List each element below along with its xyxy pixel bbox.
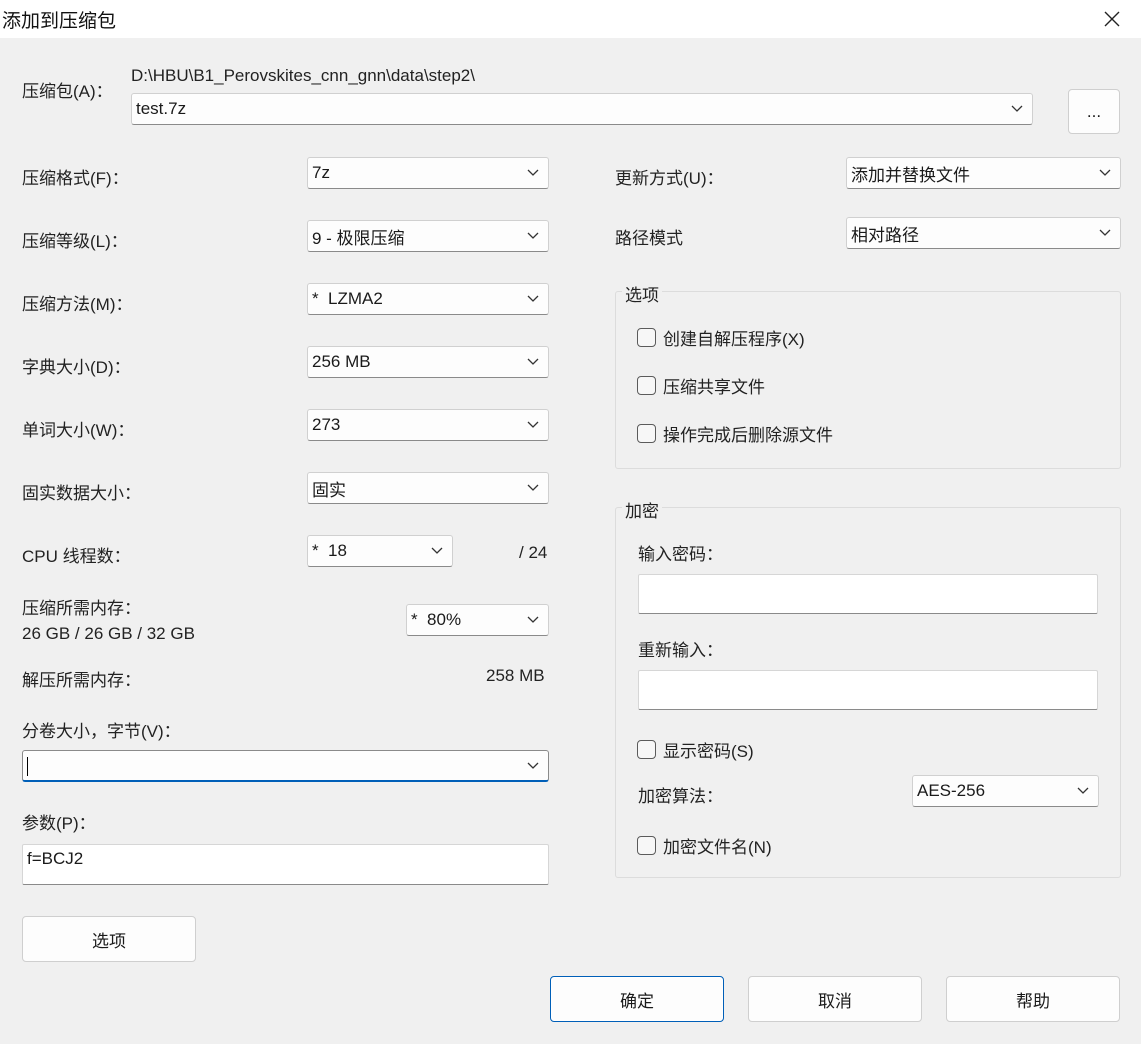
chevron-down-icon — [518, 158, 548, 188]
title-bar: 添加到压缩包 — [0, 0, 1141, 38]
archive-path: D:\HBU\B1_Perovskites_cnn_gnn\data\step2… — [131, 66, 475, 85]
solid-value: 固实 — [312, 480, 346, 500]
encrypt-names-checkbox[interactable]: 加密文件名(N) — [637, 833, 772, 858]
mem-compress-label: 压缩所需内存： — [22, 599, 141, 618]
level-value: 9 - 极限压缩 — [312, 228, 405, 248]
pathmode-combo[interactable]: 相对路径 — [846, 217, 1121, 249]
shared-checkbox[interactable]: 压缩共享文件 — [637, 373, 765, 398]
mem-decompress-label: 解压所需内存： — [22, 671, 141, 690]
chevron-down-icon — [518, 605, 548, 635]
show-password-label: 显示密码(S) — [663, 742, 754, 761]
enc-method-value: AES-256 — [917, 781, 986, 800]
encrypt-names-label: 加密文件名(N) — [663, 838, 772, 857]
threads-combo[interactable]: * 18 — [307, 535, 453, 567]
chevron-down-icon — [518, 751, 548, 780]
word-label: 单词大小(W)： — [22, 421, 135, 440]
sfx-label: 创建自解压程序(X) — [663, 330, 805, 349]
threads-total: / 24 — [519, 543, 548, 562]
level-label: 压缩等级(L)： — [22, 232, 128, 251]
format-label: 压缩格式(F)： — [22, 169, 129, 188]
word-combo[interactable]: 273 — [307, 409, 549, 441]
close-button[interactable] — [1083, 0, 1141, 38]
word-value: 273 — [312, 415, 341, 434]
close-icon — [1104, 11, 1120, 27]
checkbox-box — [637, 376, 656, 395]
chevron-down-icon — [422, 536, 452, 566]
cancel-button[interactable]: 取消 — [748, 976, 922, 1022]
update-label: 更新方式(U)： — [615, 169, 724, 188]
threads-value: * 18 — [312, 541, 347, 560]
enc-method-label: 加密算法： — [638, 787, 723, 806]
show-password-checkbox[interactable]: 显示密码(S) — [637, 737, 754, 762]
chevron-down-icon — [1068, 776, 1098, 806]
solid-label: 固实数据大小： — [22, 484, 141, 503]
options-button[interactable]: 选项 — [22, 916, 196, 962]
chevron-down-icon — [518, 284, 548, 314]
threads-label: CPU 线程数： — [22, 547, 131, 566]
mem-compress-detail: 26 GB / 26 GB / 32 GB — [22, 624, 195, 643]
archive-name-combo[interactable]: test.7z — [131, 93, 1033, 125]
password-input[interactable] — [638, 574, 1098, 614]
mem-decompress-value: 258 MB — [486, 666, 545, 685]
browse-button[interactable]: ... — [1068, 89, 1120, 134]
delete-checkbox[interactable]: 操作完成后删除源文件 — [637, 421, 833, 446]
volume-combo[interactable] — [22, 750, 549, 782]
volume-label: 分卷大小，字节(V)： — [22, 722, 181, 741]
checkbox-box — [637, 424, 656, 443]
checkbox-box — [637, 328, 656, 347]
mem-usage-combo[interactable]: * 80% — [406, 604, 549, 636]
dict-label: 字典大小(D)： — [22, 358, 131, 377]
level-combo[interactable]: 9 - 极限压缩 — [307, 220, 549, 252]
dict-value: 256 MB — [312, 352, 371, 371]
dict-combo[interactable]: 256 MB — [307, 346, 549, 378]
update-combo[interactable]: 添加并替换文件 — [846, 157, 1121, 189]
chevron-down-icon — [518, 410, 548, 440]
reenter-password-input[interactable] — [638, 670, 1098, 710]
encryption-group-title: 加密 — [622, 497, 662, 522]
method-label: 压缩方法(M)： — [22, 295, 133, 314]
ok-button[interactable]: 确定 — [550, 976, 724, 1022]
method-value: * LZMA2 — [312, 289, 383, 308]
checkbox-box — [637, 836, 656, 855]
sfx-checkbox[interactable]: 创建自解压程序(X) — [637, 325, 805, 350]
params-input[interactable]: f=BCJ2 — [22, 844, 549, 885]
archive-label: 压缩包(A)： — [22, 82, 113, 101]
chevron-down-icon — [1090, 218, 1120, 248]
delete-label: 操作完成后删除源文件 — [663, 426, 833, 445]
text-cursor — [27, 757, 28, 776]
archive-name-value: test.7z — [136, 99, 187, 118]
solid-combo[interactable]: 固实 — [307, 472, 549, 504]
options-group-title: 选项 — [622, 281, 662, 306]
format-value: 7z — [312, 163, 330, 182]
shared-label: 压缩共享文件 — [663, 378, 765, 397]
checkbox-box — [637, 740, 656, 759]
chevron-down-icon — [518, 221, 548, 251]
window-title: 添加到压缩包 — [2, 11, 117, 32]
update-value: 添加并替换文件 — [851, 165, 970, 185]
pathmode-label: 路径模式 — [615, 229, 683, 248]
format-combo[interactable]: 7z — [307, 157, 549, 189]
enc-method-combo[interactable]: AES-256 — [912, 775, 1099, 807]
chevron-down-icon — [1090, 158, 1120, 188]
chevron-down-icon — [1002, 94, 1032, 124]
pathmode-value: 相对路径 — [851, 225, 919, 245]
method-combo[interactable]: * LZMA2 — [307, 283, 549, 315]
help-button[interactable]: 帮助 — [946, 976, 1120, 1022]
password-label: 输入密码： — [638, 545, 723, 564]
mem-usage-value: * 80% — [411, 610, 462, 629]
chevron-down-icon — [518, 473, 548, 503]
params-label: 参数(P)： — [22, 814, 96, 833]
reenter-label: 重新输入： — [638, 641, 723, 660]
chevron-down-icon — [518, 347, 548, 377]
